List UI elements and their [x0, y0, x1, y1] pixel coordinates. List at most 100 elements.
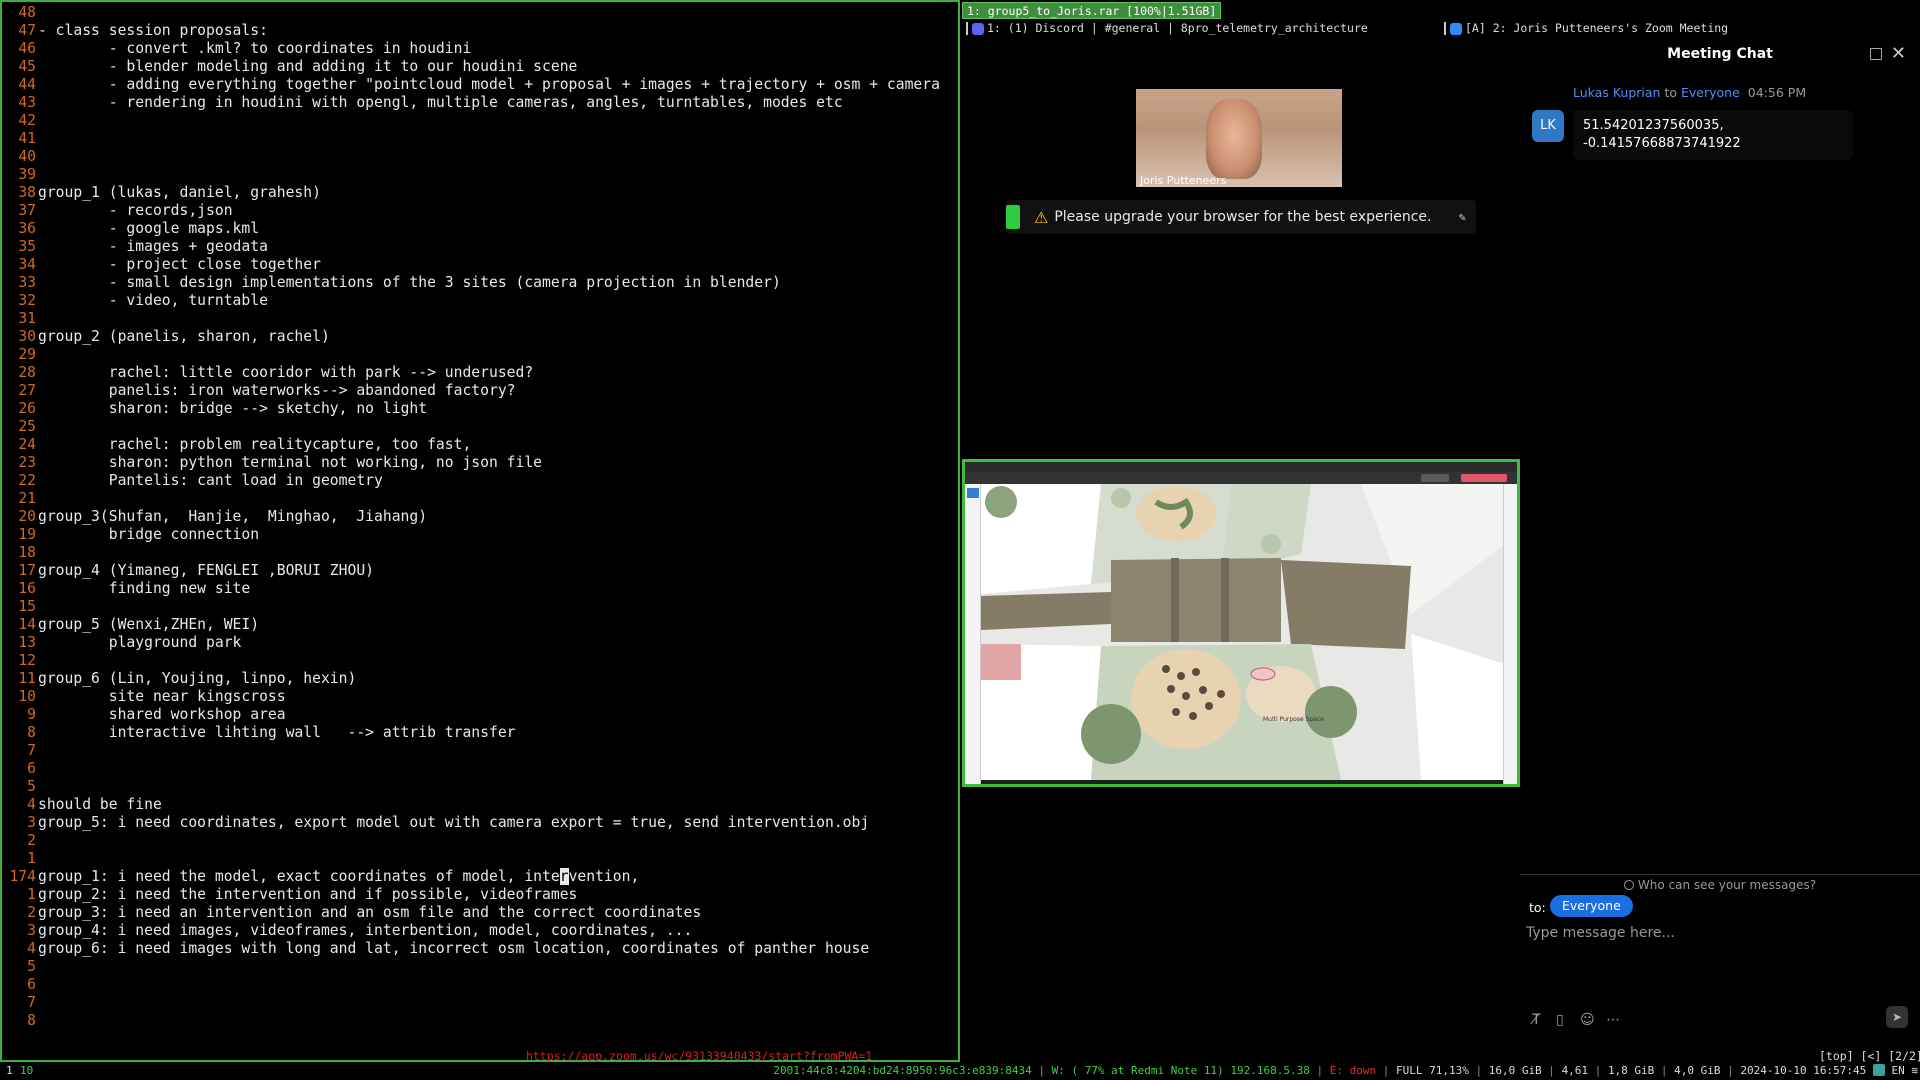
battery-status: FULL 71,13% [1395, 1064, 1469, 1077]
window-tabbar: 1: group5_to_Joris.rar [100%|1.51GB] 1: … [962, 0, 1920, 38]
editor-lines: 4 8 47- class session proposals: 46 - conve… [2, 4, 958, 1030]
file-icon[interactable]: ▯ [1556, 1012, 1564, 1028]
emoji-icon[interactable]: ☺ [1580, 1012, 1595, 1028]
editor-line: 3 group_5: i need coordinates, export mod… [2, 814, 958, 832]
line-number: 1 [27, 850, 36, 867]
participant-video[interactable]: Joris Putteneers [1136, 89, 1342, 187]
line-text: rachel: problem realitycapture, too fast… [38, 436, 472, 454]
active-window-tab[interactable]: 1: group5_to_Joris.rar [100%|1.51GB] [962, 2, 1222, 19]
line-text: finding new site [38, 580, 251, 598]
tab-separator [966, 22, 968, 35]
line-number: 29 [18, 346, 36, 363]
line-text-content: shared workshop area [38, 706, 286, 723]
line-number: 7 [27, 742, 36, 759]
wifi-icon[interactable]: ≋ [1911, 1064, 1918, 1077]
editor-line: 18 [2, 544, 958, 562]
zoom-window-title: [A] 2: Joris Putteneers's Zoom Meeting [1465, 21, 1729, 35]
text-editor-pane[interactable]: 4 8 47- class session proposals: 46 - conve… [0, 0, 960, 1062]
line-number: 17 [18, 562, 36, 579]
memory-total: 4,0 GiB [1674, 1064, 1721, 1077]
editor-line: 16 finding new site [2, 580, 958, 598]
line-text: group_3: i need an intervention and an o… [38, 904, 701, 922]
line-number: 4 [27, 940, 36, 957]
line-text-content: - class session proposals: [38, 22, 268, 39]
line-text: sharon: python terminal not working, no … [38, 454, 542, 472]
editor-line: 11 group_6 (Lin, Youjing, linpo, hexin) [2, 670, 958, 688]
chat-message-input[interactable] [1526, 921, 1906, 945]
line-number: 26 [18, 400, 36, 417]
zoom-icon [1450, 22, 1462, 35]
workspace-1[interactable]: 1 [6, 1062, 13, 1080]
format-icon[interactable]: T̸ [1532, 1012, 1541, 1028]
recipient-select[interactable]: Everyone [1550, 895, 1633, 917]
editor-line: 40 [2, 148, 958, 166]
line-text-content: group_6 (Lin, Youjing, linpo, hexin) [38, 670, 357, 687]
line-text: playground park [38, 634, 242, 652]
line-number: 22 [18, 472, 36, 489]
chat-title: Meeting Chat [1667, 46, 1773, 62]
editor-line: 28 rachel: little cooridor with park -->… [2, 364, 958, 382]
message-sender[interactable]: Lukas Kuprian [1573, 85, 1660, 100]
line-number: 14 [18, 616, 36, 633]
line-text: group_1: i need the model, exact coordin… [38, 868, 639, 886]
message-recipient[interactable]: Everyone [1681, 85, 1740, 100]
line-number: 39 [18, 166, 36, 183]
site-plan-drawing: Multi Purpose Space [981, 484, 1503, 780]
line-text-content: - convert .kml? to coordinates in houdin… [38, 40, 472, 57]
line-number: 7 [27, 994, 36, 1011]
message-time: 04:56 PM [1747, 85, 1807, 100]
line-text: group_5: i need coordinates, export mode… [38, 814, 869, 832]
line-text-content: group_5 (Wenxi,ZHEn, WEI) [38, 616, 260, 633]
zoom-meeting-area: Joris Putteneers ⚠ Please upgrade your b… [962, 38, 1520, 1048]
screen-share-view[interactable]: Multi Purpose Space [962, 459, 1520, 787]
line-text-content: group_1 (lukas, daniel, grahesh) [38, 184, 321, 201]
line-number: 45 [18, 58, 36, 75]
editor-line: 2 group_3: i need an intervention and an … [2, 904, 958, 922]
line-text: group_2: i need the intervention and if … [38, 886, 577, 904]
zoom-window-tab[interactable]: [A] 2: Joris Putteneers's Zoom Meeting [1444, 20, 1728, 37]
line-text: - adding everything together "pointcloud… [38, 76, 940, 94]
line-number: 16 [18, 580, 36, 597]
editor-line: 6 [2, 760, 958, 778]
line-text-content: - adding everything together "pointcloud… [38, 76, 940, 93]
close-icon[interactable]: ✕ [1891, 43, 1906, 64]
send-icon[interactable]: ➤ [1886, 1006, 1908, 1028]
cpu-load: 4,61 [1561, 1064, 1589, 1077]
editor-line: 46 - convert .kml? to coordinates in hou… [2, 40, 958, 58]
line-text: - images + geodata [38, 238, 268, 256]
tray-app-icon[interactable] [1872, 1064, 1885, 1076]
line-text-content: group_1: i need the model, exact coordin… [38, 868, 560, 885]
line-number: 10 [18, 688, 36, 705]
editor-line: 2 [2, 832, 958, 850]
line-text: - convert .kml? to coordinates in houdin… [38, 40, 472, 58]
upgrade-browser-banner: ⚠ Please upgrade your browser for the be… [1006, 200, 1476, 234]
discord-window-tab[interactable]: 1: (1) Discord | #general | 8pro_telemet… [966, 20, 1368, 37]
memory-used: 1,8 GiB [1607, 1064, 1655, 1077]
chat-message[interactable]: 51.54201237560035, -0.14157668873741922 [1573, 110, 1853, 160]
line-number: 28 [18, 364, 36, 381]
line-number: 47 [18, 22, 36, 39]
editor-line: 22 Pantelis: cant load in geometry [2, 472, 958, 490]
line-text-content: - records,json [38, 202, 233, 219]
editor-line: 36 - google maps.kml [2, 220, 958, 238]
line-number: 8 [27, 724, 36, 741]
keyboard-layout[interactable]: EN [1892, 1064, 1905, 1077]
pencil-icon[interactable]: ✎ [1459, 210, 1466, 224]
editor-line: 8 interactive lihting wall --> attrib tr… [2, 724, 958, 742]
editor-line: 5 [2, 778, 958, 796]
editor-line: 7 [2, 742, 958, 760]
more-icon[interactable]: ⋯ [1606, 1012, 1620, 1028]
who-can-see-link[interactable]: Who can see your messages? [1520, 878, 1920, 892]
line-text-content: - google maps.kml [38, 220, 260, 237]
popout-icon[interactable] [1870, 48, 1882, 60]
workspace-10[interactable]: 10 [20, 1062, 33, 1080]
line-number: 3 [27, 814, 36, 831]
line-number: 46 [18, 40, 36, 57]
editor-line: 3 group_4: i need images, videoframes, in… [2, 922, 958, 940]
line-number: 38 [18, 184, 36, 201]
editor-line: 4 group_6: i need images with long and la… [2, 940, 958, 958]
line-number: 18 [18, 544, 36, 561]
line-text: shared workshop area [38, 706, 286, 724]
editor-line: 33 - small design implementations of the… [2, 274, 958, 292]
line-text-content: panelis: iron waterworks--> abandoned fa… [38, 382, 516, 399]
